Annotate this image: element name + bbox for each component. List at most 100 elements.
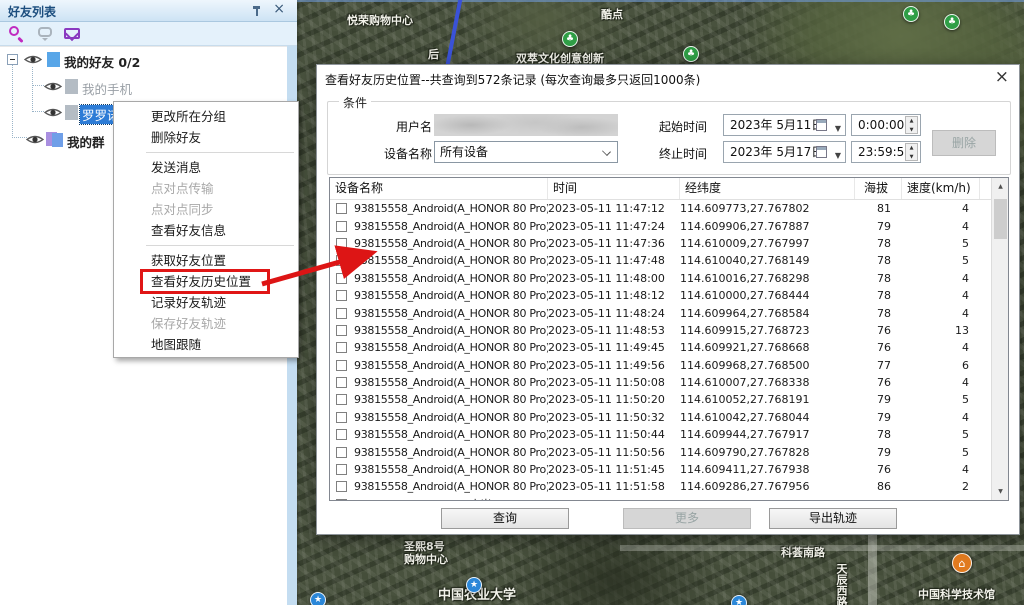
table-row[interactable]: 93815558_Android(A_HONOR 80 Pro)2023-05-…: [330, 339, 991, 356]
username-field-masked[interactable]: [434, 114, 618, 136]
cell-time: 2023-05-11 11:48:12: [548, 289, 680, 302]
start-date-picker[interactable]: 2023年 5月11日 ▼: [723, 114, 846, 136]
cell-lnglat: 114.609921,27.768668: [680, 341, 855, 354]
cell-device: 93815558_Android(A_HONOR 80 Pro): [354, 393, 548, 406]
device-select[interactable]: 所有设备: [434, 141, 618, 163]
row-checkbox[interactable]: [336, 325, 347, 336]
cell-altitude: 79: [855, 411, 902, 424]
delete-button[interactable]: 删除: [932, 130, 996, 156]
cell-lnglat: 114.609790,27.767828: [680, 446, 855, 459]
map-marker-edu-icon[interactable]: ★: [310, 592, 326, 605]
tree-item-label[interactable]: 我的好友 0/2: [64, 52, 140, 71]
pin-icon[interactable]: [251, 5, 263, 17]
scroll-up-icon[interactable]: ▲: [992, 178, 1009, 195]
cell-altitude: 86: [855, 480, 902, 493]
table-row[interactable]: 93815558_Android(A_HONOR 80 Pro)2023-05-…: [330, 443, 991, 460]
export-track-button[interactable]: 导出轨迹: [769, 508, 897, 529]
spinner-icon[interactable]: ▲▼: [905, 143, 918, 161]
header-device[interactable]: 设备名称: [330, 178, 548, 199]
mail-icon[interactable]: [64, 28, 80, 39]
table-scrollbar[interactable]: ▲ ▼: [991, 178, 1008, 500]
table-row[interactable]: 93815558_Android(A_HONOR 80 Pro)2023-05-…: [330, 426, 991, 443]
table-row[interactable]: 93815558_Android(A_HONOR 80 Pro)2023-05-…: [330, 357, 991, 374]
table-row[interactable]: 93815558_Android(A_HONOR 80 Pro)2023-05-…: [330, 287, 991, 304]
chat-icon[interactable]: [38, 27, 52, 37]
cell-speed: 5: [902, 428, 980, 441]
header-speed[interactable]: 速度(km/h): [902, 178, 980, 199]
menu-item-0[interactable]: 更改所在分组: [114, 106, 298, 127]
menu-item-1[interactable]: 删除好友: [114, 127, 298, 148]
device-select-value: 所有设备: [440, 145, 488, 159]
cell-speed: 0: [902, 498, 980, 500]
cell-speed: 4: [902, 272, 980, 285]
cell-device: 93815558_Android(A_HONOR 80 Pro): [354, 446, 548, 459]
cell-speed: 4: [902, 376, 980, 389]
cell-time: 2023-05-11 11:47:12: [548, 202, 680, 215]
search-icon[interactable]: [9, 26, 19, 36]
cell-time: 2023-05-11 11:47:36: [548, 237, 680, 250]
tree-item-label[interactable]: 我的群: [67, 132, 105, 151]
cell-time: 2023-05-11 11:49:45: [548, 341, 680, 354]
row-checkbox[interactable]: [336, 377, 347, 388]
dialog-close-icon[interactable]: ×: [995, 67, 1009, 87]
map-marker-tree-icon[interactable]: ♣: [683, 46, 699, 62]
table-row[interactable]: 93815558_Android(A_HONOR 80 Pro)2023-05-…: [330, 252, 991, 269]
scroll-down-icon[interactable]: ▼: [992, 483, 1009, 500]
table-header: 设备名称 时间 经纬度 海拔 速度(km/h): [330, 178, 991, 200]
tree-item-label[interactable]: 我的手机: [82, 79, 132, 98]
table-row[interactable]: 93815558_Android(A_HONOR 80 Pro)2023-05-…: [330, 200, 991, 217]
tree-connector: [12, 137, 27, 138]
map-place-label: 购物中心: [404, 551, 448, 567]
header-lnglat[interactable]: 经纬度: [680, 178, 855, 199]
spinner-icon[interactable]: ▲▼: [905, 116, 918, 134]
header-time[interactable]: 时间: [548, 178, 680, 199]
end-date-picker[interactable]: 2023年 5月17日 ▼: [723, 141, 846, 163]
menu-item-5[interactable]: 点对点同步: [114, 199, 298, 220]
table-row[interactable]: 93815558_Android(A_HONOR 80 Pro)2023-05-…: [330, 235, 991, 252]
cell-altitude: 76: [855, 341, 902, 354]
map-marker-poi-icon[interactable]: ⌂: [952, 553, 972, 573]
table-row[interactable]: 93815558_Android(A_HONOR 80 Pro)2023-05-…: [330, 322, 991, 339]
menu-item-3[interactable]: 发送消息: [114, 157, 298, 178]
table-row[interactable]: 93815558_Android(A_HONOR 80 Pro)2023-05-…: [330, 304, 991, 321]
start-time-spinner[interactable]: 0:00:00 ▲▼: [851, 114, 921, 136]
menu-item-4[interactable]: 点对点传输: [114, 178, 298, 199]
table-row[interactable]: 93815558_Android(A_HONOR 80 Pro)2023-05-…: [330, 217, 991, 234]
header-altitude[interactable]: 海拔: [855, 178, 902, 199]
menu-item-11[interactable]: 保存好友轨迹: [114, 313, 298, 334]
map-marker-tree-icon[interactable]: ♣: [903, 6, 919, 22]
map-marker-tree-icon[interactable]: ♣: [944, 14, 960, 30]
map-marker-tree-icon[interactable]: ♣: [562, 31, 578, 47]
row-checkbox[interactable]: [336, 464, 347, 475]
menu-item-10[interactable]: 记录好友轨迹: [114, 292, 298, 313]
end-time-spinner[interactable]: 23:59:59 ▲▼: [851, 141, 921, 163]
row-checkbox[interactable]: [336, 447, 347, 458]
table-row[interactable]: 93815558_Android(A_HONOR 80 Pro)2023-05-…: [330, 409, 991, 426]
row-checkbox[interactable]: [336, 203, 347, 214]
row-checkbox[interactable]: [336, 360, 347, 371]
query-button[interactable]: 查询: [441, 508, 569, 529]
row-checkbox[interactable]: [336, 481, 347, 492]
map-marker-edu-icon[interactable]: ★: [731, 595, 747, 605]
menu-item-12[interactable]: 地图跟随: [114, 334, 298, 355]
map-marker-edu-icon[interactable]: ★: [466, 577, 482, 593]
table-row[interactable]: 93815558_Android(A_HONOR 80 Pro)2023-05-…: [330, 270, 991, 287]
row-checkbox[interactable]: [336, 308, 347, 319]
table-row[interactable]: 97449285_Android(A_小米Xiaomi 12S)2023-05-…: [330, 496, 991, 500]
row-checkbox[interactable]: [336, 429, 347, 440]
app-window: 悦荣购物中心酷点后双萃文化创意创新圣熙8号购物中心中国农业大学科荟南路天辰西路中…: [0, 0, 1024, 605]
table-row[interactable]: 93815558_Android(A_HONOR 80 Pro)2023-05-…: [330, 478, 991, 495]
table-row[interactable]: 93815558_Android(A_HONOR 80 Pro)2023-05-…: [330, 374, 991, 391]
row-checkbox[interactable]: [336, 394, 347, 405]
panel-close-icon[interactable]: ×: [273, 1, 285, 17]
row-checkbox[interactable]: [336, 412, 347, 423]
more-button[interactable]: 更多: [623, 508, 751, 529]
row-checkbox[interactable]: [336, 221, 347, 232]
row-checkbox[interactable]: [336, 342, 347, 353]
scrollbar-thumb[interactable]: [994, 199, 1007, 239]
collapse-icon[interactable]: [7, 54, 18, 65]
cell-altitude: 36: [855, 498, 902, 500]
row-checkbox[interactable]: [336, 499, 347, 500]
table-row[interactable]: 93815558_Android(A_HONOR 80 Pro)2023-05-…: [330, 391, 991, 408]
table-row[interactable]: 93815558_Android(A_HONOR 80 Pro)2023-05-…: [330, 461, 991, 478]
